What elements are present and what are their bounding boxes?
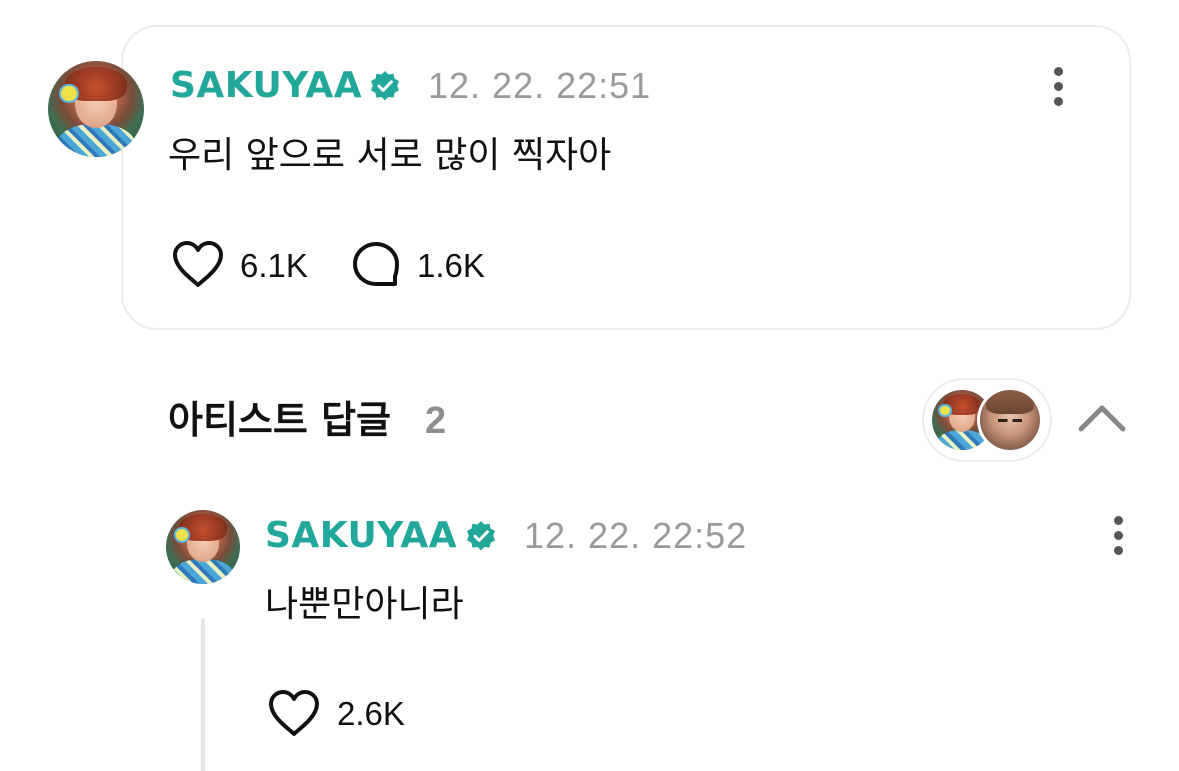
post-timestamp: 12. 22. 22:51: [428, 65, 652, 106]
post-text: 우리 앞으로 서로 많이 찍자아: [168, 135, 612, 176]
artist-replies-title[interactable]: 아티스트 답글: [168, 401, 391, 439]
post-author-avatar[interactable]: [48, 61, 144, 157]
post-more-icon[interactable]: [1053, 67, 1063, 107]
thread-line: [201, 618, 205, 771]
verified-badge-icon: [371, 71, 399, 101]
verified-badge-icon: [467, 521, 495, 551]
post-username[interactable]: SAKUYAA: [170, 68, 362, 104]
chevron-up-icon[interactable]: [1077, 402, 1127, 434]
comment-icon[interactable]: [351, 240, 401, 290]
reply-avatar-2: [980, 390, 1040, 450]
artist-replies-count: 2: [425, 400, 447, 442]
post-like-count: 6.1K: [240, 247, 308, 284]
reply-username[interactable]: SAKUYAA: [265, 518, 457, 554]
reply-like-count: 2.6K: [337, 695, 405, 732]
reply-author-avatar[interactable]: [166, 510, 240, 584]
reply-timestamp: 12. 22. 22:52: [524, 515, 748, 556]
heart-icon[interactable]: [171, 239, 225, 289]
reply-text: 나뿐만아니라: [265, 584, 464, 625]
post-comment-count: 1.6K: [417, 247, 485, 284]
reply-more-icon[interactable]: [1113, 516, 1123, 556]
heart-icon[interactable]: [267, 688, 321, 738]
